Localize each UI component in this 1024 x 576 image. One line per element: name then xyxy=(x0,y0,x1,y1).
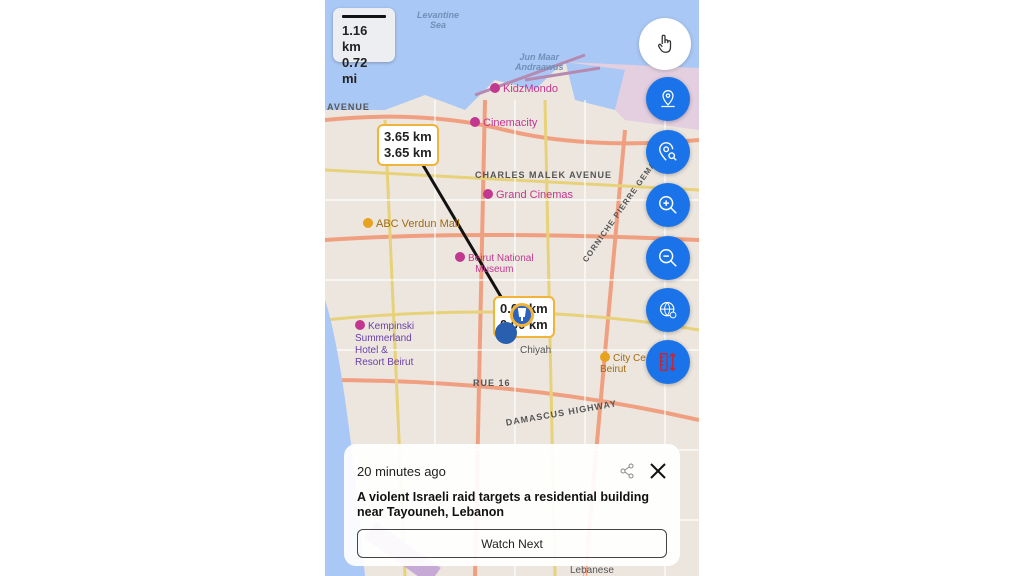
poi-grand-cinemas[interactable]: Grand Cinemas xyxy=(483,189,573,201)
event-marker[interactable] xyxy=(510,303,534,327)
location-marker-shadow xyxy=(495,322,517,344)
location-pin-icon xyxy=(661,90,675,108)
zoom-out-button[interactable] xyxy=(646,236,690,280)
distance-km: 3.65 km xyxy=(384,129,432,144)
measure-button[interactable] xyxy=(646,340,690,384)
timestamp: 20 minutes ago xyxy=(357,463,446,479)
scale-km: 1.16 km xyxy=(342,23,368,54)
watch-next-button[interactable]: Watch Next xyxy=(357,529,667,558)
road-label: RUE 16 xyxy=(473,378,511,388)
map-label: Jun Maar Andraawus xyxy=(515,52,564,72)
map-label: Levantine Sea xyxy=(417,10,460,30)
poi-city-centre[interactable]: City Ce Beirut xyxy=(600,352,646,375)
map-label: Lebanese xyxy=(570,565,614,576)
zoom-in-icon xyxy=(659,196,677,214)
share-icon[interactable] xyxy=(619,463,635,479)
poi-abc-verdun[interactable]: ABC Verdun Mall xyxy=(363,218,460,230)
zoom-out-icon xyxy=(659,249,677,267)
poi-cinemacity[interactable]: Cinemacity xyxy=(470,117,537,129)
poi-kidzmondo[interactable]: KidzMondo xyxy=(490,83,558,95)
news-card: 20 minutes ago A violent Israeli raid ta… xyxy=(344,444,680,566)
map-view[interactable]: Levantine Sea Jun Maar Andraawus KidzMon… xyxy=(325,0,699,576)
scale-mi: 0.72 mi xyxy=(342,55,368,86)
scale-indicator: 1.16 km 0.72 mi xyxy=(333,8,395,86)
distance-label: 3.65 km 3.65 km xyxy=(377,124,439,166)
distance-km: 3.65 km xyxy=(384,145,432,160)
globe-icon xyxy=(659,301,677,319)
pan-mode-button[interactable] xyxy=(639,18,691,70)
close-icon[interactable] xyxy=(649,462,667,480)
location-button[interactable] xyxy=(646,77,690,121)
hand-pointer-icon xyxy=(657,34,672,53)
globe-button[interactable] xyxy=(646,288,690,332)
road-label: AVENUE xyxy=(327,102,370,112)
pin-icon xyxy=(517,308,527,321)
ruler-icon xyxy=(659,352,676,372)
search-location-button[interactable] xyxy=(646,130,690,174)
scale-bar xyxy=(342,15,386,18)
zoom-in-button[interactable] xyxy=(646,183,690,227)
poi-museum[interactable]: Beirut National Museum xyxy=(455,252,534,275)
road-label: CHARLES MALEK AVENUE xyxy=(475,170,613,180)
poi-kempinski[interactable]: Kempinski Summerland Hotel & Resort Beir… xyxy=(355,320,414,369)
news-title: A violent Israeli raid targets a residen… xyxy=(357,490,649,519)
map-label: Chiyah xyxy=(520,345,552,356)
search-location-icon xyxy=(659,142,677,161)
